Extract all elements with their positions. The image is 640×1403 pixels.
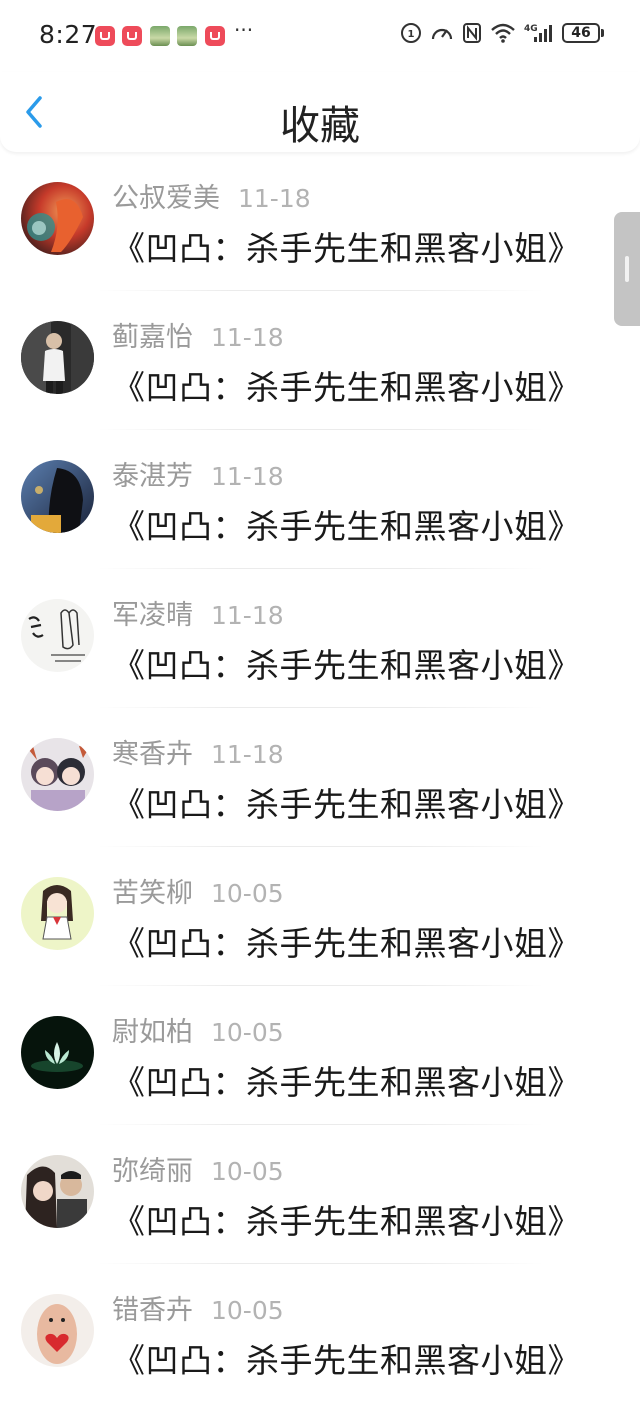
lotus-avatar[interactable] [21,1016,94,1089]
floating-side-handle[interactable] [614,212,640,326]
item-meta: 苦笑柳 10-05 [112,871,284,910]
item-meta: 公叔爱美 11-18 [112,176,311,215]
item-meta: 军凌晴 11-18 [112,593,284,632]
book-title[interactable]: 《凹凸：杀手先生和黑客小姐》 [112,778,581,826]
night-girl-avatar[interactable] [21,460,94,533]
user-name: 弥绮丽 [112,1156,193,1187]
user-name: 寒香卉 [112,739,193,770]
item-meta: 弥绮丽 10-05 [112,1149,284,1188]
user-name: 蓟嘉怡 [112,322,193,353]
item-date: 10-05 [211,1018,284,1047]
favorites-list: 公叔爱美 11-18 《凹凸：杀手先生和黑客小姐》 蓟嘉怡 11-18 《凹凸：杀手… [0,152,640,1403]
list-item[interactable]: 寒香卉 11-18 《凹凸：杀手先生和黑客小姐》 [0,708,640,847]
red-shopping-app-icon [95,26,115,46]
item-date: 11-18 [211,323,284,352]
red-shopping-app-icon [205,26,225,46]
item-date: 11-18 [211,601,284,630]
book-title[interactable]: 《凹凸：杀手先生和黑客小姐》 [112,500,581,548]
battery-icon: 46 [562,23,604,43]
data-saver-icon: 1 [401,23,421,43]
svg-text:1: 1 [408,29,415,40]
item-date: 10-05 [211,879,284,908]
book-title[interactable]: 《凹凸：杀手先生和黑客小姐》 [112,1056,581,1104]
book-title[interactable]: 《凹凸：杀手先生和黑客小姐》 [112,1195,581,1243]
list-item[interactable]: 蓟嘉怡 11-18 《凹凸：杀手先生和黑客小姐》 [0,291,640,430]
network-type-label: 4G [524,24,538,34]
anime-couple-avatar[interactable] [21,738,94,811]
wifi-icon [491,23,515,43]
item-date: 11-18 [211,740,284,769]
heart-finger-avatar[interactable] [21,1294,94,1367]
list-item[interactable]: 公叔爱美 11-18 《凹凸：杀手先生和黑客小姐》 [0,152,640,291]
item-date: 10-05 [211,1296,284,1325]
item-meta: 寒香卉 11-18 [112,732,284,771]
header-bar: 收藏 [0,72,640,152]
list-item[interactable]: 苦笑柳 10-05 《凹凸：杀手先生和黑客小姐》 [0,847,640,986]
item-date: 11-18 [211,462,284,491]
cartoon-girl-avatar[interactable] [21,877,94,950]
nfc-icon [463,23,481,43]
user-name: 苦笑柳 [112,878,193,909]
list-item[interactable]: 错香卉 10-05 《凹凸：杀手先生和黑客小姐》 [0,1264,640,1403]
book-title[interactable]: 《凹凸：杀手先生和黑客小姐》 [112,361,581,409]
calligraphy-hands-avatar[interactable] [21,599,94,672]
list-item[interactable]: 泰湛芳 11-18 《凹凸：杀手先生和黑客小姐》 [0,430,640,569]
green-image-app-icon [177,26,197,46]
status-time: 8:27 [39,20,98,49]
item-date: 10-05 [211,1157,284,1186]
couple-photo-avatar[interactable] [21,1155,94,1228]
item-date: 11-18 [238,184,311,213]
item-meta: 泰湛芳 11-18 [112,454,284,493]
user-name: 尉如柏 [112,1017,193,1048]
list-item[interactable]: 军凌晴 11-18 《凹凸：杀手先生和黑客小姐》 [0,569,640,708]
item-meta: 错香卉 10-05 [112,1288,284,1327]
book-title[interactable]: 《凹凸：杀手先生和黑客小姐》 [112,917,581,965]
book-title[interactable]: 《凹凸：杀手先生和黑客小姐》 [112,222,581,270]
item-meta: 尉如柏 10-05 [112,1010,284,1049]
user-name: 军凌晴 [112,600,193,631]
speedometer-icon [431,28,453,40]
cellular-signal-icon: 4G [524,24,552,42]
book-title[interactable]: 《凹凸：杀手先生和黑客小姐》 [112,639,581,687]
boy-photo-avatar[interactable] [21,321,94,394]
green-image-app-icon [150,26,170,46]
user-name: 泰湛芳 [112,461,193,492]
status-bar: 8:27 ··· 1 4G 46 [0,0,640,72]
user-name: 错香卉 [112,1295,193,1326]
red-shopping-app-icon [122,26,142,46]
list-item[interactable]: 尉如柏 10-05 《凹凸：杀手先生和黑客小姐》 [0,986,640,1125]
book-title[interactable]: 《凹凸：杀手先生和黑客小姐》 [112,1334,581,1382]
list-item[interactable]: 弥绮丽 10-05 《凹凸：杀手先生和黑客小姐》 [0,1125,640,1264]
page-title: 收藏 [280,103,360,149]
red-hair-anime-avatar[interactable] [21,182,94,255]
status-icons: 1 4G 46 [400,22,604,44]
user-name: 公叔爱美 [112,183,220,214]
more-notifications-icon: ··· [234,18,254,42]
item-meta: 蓟嘉怡 11-18 [112,315,284,354]
